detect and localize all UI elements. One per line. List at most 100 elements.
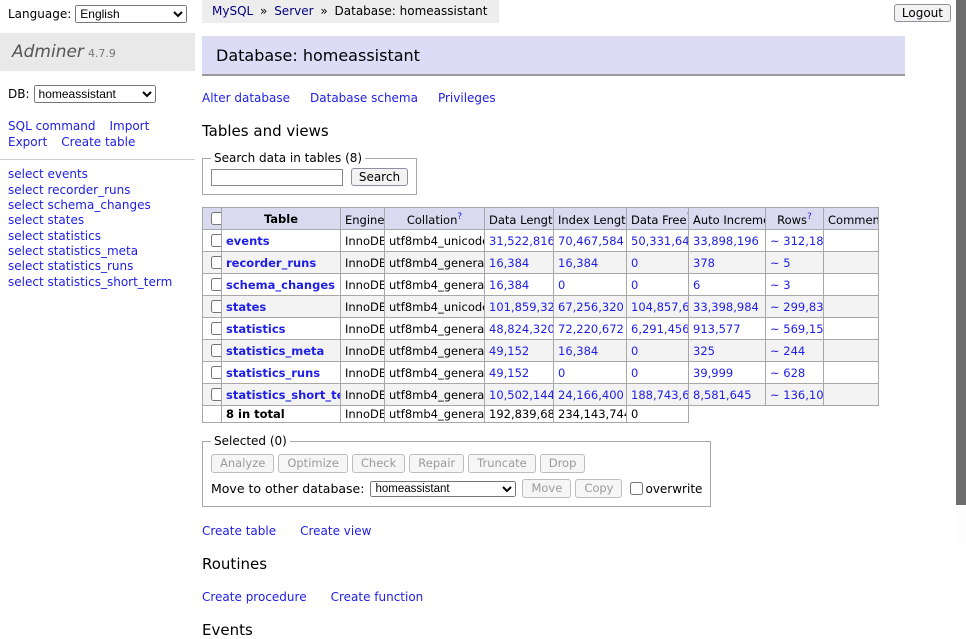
- table-row: statistics_short_termInnoDButf8mb4_gener…: [203, 384, 879, 406]
- index-length-cell: 16,384: [554, 252, 627, 274]
- row-checkbox-statistics_short_term[interactable]: [211, 388, 222, 401]
- sidebar-select-schema_changes[interactable]: select schema_changes: [8, 198, 195, 213]
- breadcrumb-link-server[interactable]: Server: [274, 4, 313, 18]
- index-length-cell: 72,220,672: [554, 318, 627, 340]
- table-name-cell: events: [222, 230, 341, 252]
- total-label-cell: 8 in total: [222, 406, 341, 423]
- breadcrumb-link-mysql[interactable]: MySQL: [212, 4, 253, 18]
- table-link-recorder_runs[interactable]: recorder_runs: [226, 256, 316, 270]
- sidebar-link-import[interactable]: Import: [109, 119, 149, 133]
- drop-button[interactable]: Drop: [540, 454, 586, 473]
- select-all-checkbox[interactable]: [211, 212, 222, 225]
- routine-links: Create procedure Create function: [202, 590, 905, 604]
- sidebar-select-statistics_short_term[interactable]: select statistics_short_term: [8, 275, 195, 290]
- row-checkbox-recorder_runs[interactable]: [211, 256, 222, 269]
- link-database-schema[interactable]: Database schema: [310, 91, 418, 105]
- comment-cell: [824, 296, 879, 318]
- link-create-view[interactable]: Create view: [300, 524, 371, 538]
- row-checkbox-statistics_runs[interactable]: [211, 366, 222, 379]
- total-data-free-cell: 0: [627, 406, 689, 423]
- overwrite-label: overwrite: [645, 482, 702, 496]
- link-alter-database[interactable]: Alter database: [202, 91, 290, 105]
- table-link-statistics_short_term[interactable]: statistics_short_term: [226, 388, 341, 402]
- table-link-statistics_meta[interactable]: statistics_meta: [226, 344, 324, 358]
- comment-cell: [824, 340, 879, 362]
- data-free-cell: 104,857,600: [627, 296, 689, 318]
- engine-cell: InnoDB: [341, 296, 385, 318]
- engine-cell: InnoDB: [341, 318, 385, 340]
- table-link-states[interactable]: states: [226, 300, 266, 314]
- db-row: DB: homeassistant: [8, 85, 195, 103]
- routines-heading: Routines: [202, 555, 905, 573]
- sidebar-link-sql-command[interactable]: SQL command: [8, 119, 95, 133]
- optimize-button[interactable]: Optimize: [278, 454, 348, 473]
- rows-count-cell: ~ 5: [766, 252, 824, 274]
- selected-buttons-row: AnalyzeOptimizeCheckRepairTruncateDrop: [211, 454, 702, 473]
- engine-cell: InnoDB: [341, 252, 385, 274]
- breadcrumb-separator: »: [317, 4, 332, 18]
- row-checkbox-statistics[interactable]: [211, 322, 222, 335]
- table-name-cell: statistics_runs: [222, 362, 341, 384]
- table-name-cell: schema_changes: [222, 274, 341, 296]
- table-link-statistics_runs[interactable]: statistics_runs: [226, 366, 320, 380]
- sidebar-select-recorder_runs[interactable]: select recorder_runs: [8, 183, 195, 198]
- db-label: DB:: [8, 87, 30, 101]
- auto-increment-cell: 33,398,984: [689, 296, 766, 318]
- language-select[interactable]: English: [75, 5, 187, 23]
- sidebar-select-statistics_meta[interactable]: select statistics_meta: [8, 244, 195, 259]
- help-link-rows[interactable]: ?: [807, 212, 812, 222]
- analyze-button[interactable]: Analyze: [211, 454, 274, 473]
- comment-cell: [824, 384, 879, 406]
- data-length-cell: 31,522,816: [485, 230, 554, 252]
- events-heading: Events: [202, 621, 905, 639]
- sidebar-link-create-table[interactable]: Create table: [61, 135, 135, 149]
- help-link-collation[interactable]: ?: [457, 212, 462, 222]
- search-button[interactable]: Search: [351, 168, 408, 186]
- rows-count-cell: ~ 299,833: [766, 296, 824, 318]
- engine-cell: InnoDB: [341, 340, 385, 362]
- row-checkbox-events[interactable]: [211, 234, 222, 247]
- link-create-function[interactable]: Create function: [331, 590, 424, 604]
- row-checkbox-schema_changes[interactable]: [211, 278, 222, 291]
- vertical-scrollbar[interactable]: [956, 0, 966, 543]
- column-header-comment: Comment?: [824, 208, 879, 230]
- sidebar-select-states[interactable]: select states: [8, 213, 195, 228]
- column-header-engine: Engine?: [341, 208, 385, 230]
- table-link-schema_changes[interactable]: schema_changes: [226, 278, 335, 292]
- truncate-button[interactable]: Truncate: [468, 454, 536, 473]
- sidebar-link-export[interactable]: Export: [8, 135, 47, 149]
- sidebar-select-statistics[interactable]: select statistics: [8, 229, 195, 244]
- table-link-statistics[interactable]: statistics: [226, 322, 286, 336]
- overwrite-checkbox[interactable]: [630, 482, 643, 495]
- table-name-cell: statistics: [222, 318, 341, 340]
- check-button[interactable]: Check: [352, 454, 405, 473]
- auto-increment-cell: 325: [689, 340, 766, 362]
- link-create-table[interactable]: Create table: [202, 524, 276, 538]
- data-free-cell: 0: [627, 252, 689, 274]
- adminer-brand: Adminer: [12, 42, 84, 62]
- search-legend: Search data in tables (8): [211, 151, 365, 165]
- row-checkbox-statistics_meta[interactable]: [211, 344, 222, 357]
- rows-count-cell: ~ 628: [766, 362, 824, 384]
- logout-button[interactable]: Logout: [894, 4, 951, 22]
- row-checkbox-states[interactable]: [211, 300, 222, 313]
- table-link-events[interactable]: events: [226, 234, 270, 248]
- auto-increment-cell: 6: [689, 274, 766, 296]
- move-db-select[interactable]: homeassistant: [370, 481, 516, 497]
- scrollbar-thumb[interactable]: [956, 0, 966, 505]
- db-select[interactable]: homeassistant: [34, 85, 156, 103]
- index-length-cell: 24,166,400: [554, 384, 627, 406]
- link-privileges[interactable]: Privileges: [438, 91, 496, 105]
- total-engine-cell: InnoDB: [341, 406, 385, 423]
- engine-cell: InnoDB: [341, 362, 385, 384]
- move-button[interactable]: Move: [522, 479, 571, 498]
- copy-button[interactable]: Copy: [575, 479, 622, 498]
- link-create-procedure[interactable]: Create procedure: [202, 590, 307, 604]
- repair-button[interactable]: Repair: [409, 454, 464, 473]
- sidebar-select-events[interactable]: select events: [8, 167, 195, 182]
- rows-count-cell: ~ 569,159: [766, 318, 824, 340]
- sidebar-select-statistics_runs[interactable]: select statistics_runs: [8, 259, 195, 274]
- search-input[interactable]: [211, 169, 343, 186]
- table-row: statistics_metaInnoDButf8mb4_general_ci4…: [203, 340, 879, 362]
- data-free-cell: 50,331,648: [627, 230, 689, 252]
